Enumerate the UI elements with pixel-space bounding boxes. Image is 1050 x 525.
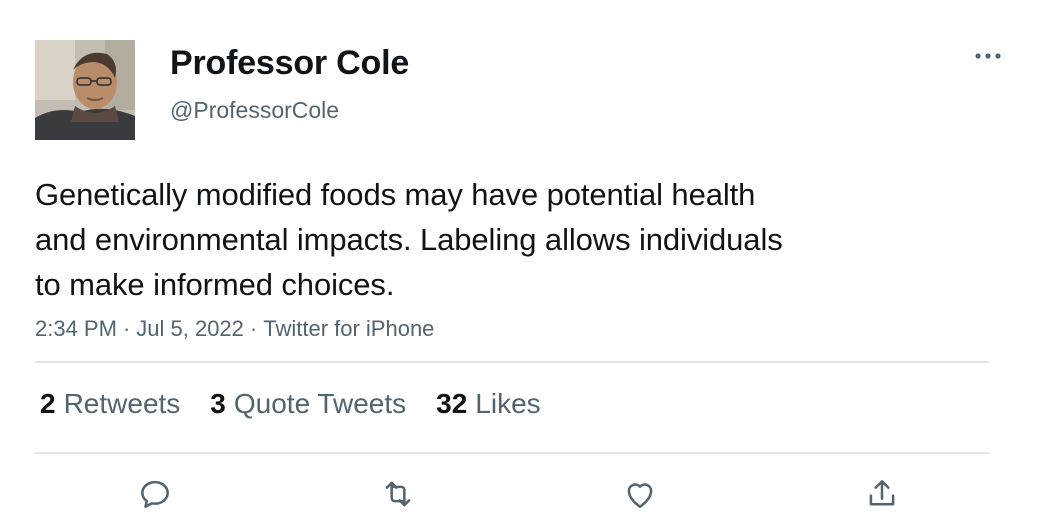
retweet-icon xyxy=(385,481,411,507)
reply-icon xyxy=(141,480,169,508)
tweet-source[interactable]: Twitter for iPhone xyxy=(263,316,434,341)
tweet-metadata: 2:34 PM · Jul 5, 2022 · Twitter for iPhone xyxy=(35,316,434,342)
quote-tweets-count: 3 xyxy=(210,388,226,419)
retweet-button[interactable] xyxy=(376,474,420,514)
profile-photo-icon xyxy=(35,40,135,140)
likes-label: Likes xyxy=(475,388,541,419)
avatar[interactable] xyxy=(35,40,135,140)
retweets-label: Retweets xyxy=(63,388,181,419)
quote-tweets-label: Quote Tweets xyxy=(233,388,407,419)
divider xyxy=(35,452,989,454)
reply-button[interactable] xyxy=(133,474,177,514)
divider xyxy=(35,361,989,363)
author-handle[interactable]: @ProfessorCole xyxy=(170,97,339,124)
tweet-date[interactable]: Jul 5, 2022 xyxy=(136,316,244,341)
like-icon xyxy=(627,483,653,508)
meta-separator: · xyxy=(122,316,131,341)
retweets-stat[interactable]: 2 Retweets xyxy=(40,388,180,420)
tweet-text-line: Genetically modified foods may have pote… xyxy=(35,177,756,212)
like-button[interactable] xyxy=(618,474,662,514)
meta-separator: · xyxy=(249,316,258,341)
share-icon xyxy=(869,480,895,506)
more-icon[interactable] xyxy=(970,44,1006,68)
retweets-count: 2 xyxy=(40,388,56,419)
author-display-name[interactable]: Professor Cole xyxy=(170,44,409,83)
tweet-time[interactable]: 2:34 PM xyxy=(35,316,117,341)
likes-stat[interactable]: 32 Likes xyxy=(436,388,541,420)
likes-count: 32 xyxy=(436,388,468,419)
quote-tweets-stat[interactable]: 3 Quote Tweets xyxy=(210,388,406,420)
share-button[interactable] xyxy=(860,474,904,514)
tweet-text: Genetically modified foods may have pote… xyxy=(35,172,935,307)
engagement-stats: 2 Retweets 3 Quote Tweets 32 Likes xyxy=(40,388,541,420)
tweet-text-line: and environmental impacts. Labeling allo… xyxy=(35,222,783,257)
tweet-text-line: to make informed choices. xyxy=(35,267,395,302)
